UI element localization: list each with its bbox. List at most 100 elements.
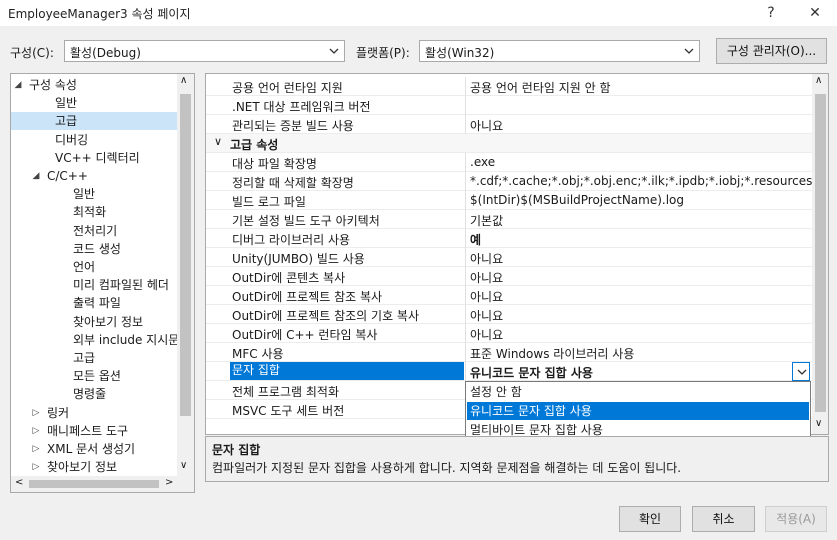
tree-item[interactable]: 일반 bbox=[11, 94, 177, 112]
tree-item[interactable]: ◢ 구성 속성 bbox=[11, 76, 177, 94]
tree-item[interactable]: 출력 파일 bbox=[11, 294, 177, 312]
close-button[interactable]: ✕ bbox=[800, 2, 830, 24]
charset-dropdown-button[interactable] bbox=[792, 362, 810, 381]
tree-item[interactable]: 코드 생성 bbox=[11, 240, 177, 258]
tree-item[interactable]: 미리 컴파일된 헤더 bbox=[11, 276, 177, 294]
tree-item[interactable]: ▷ 찾아보기 정보 bbox=[11, 458, 177, 476]
property-value[interactable]: $(IntDir)$(MSBuildProjectName).log bbox=[470, 193, 812, 207]
property-value[interactable]: 아니요 bbox=[470, 326, 812, 343]
grid-section-header[interactable]: ∨ 고급 속성 bbox=[206, 134, 812, 153]
property-row[interactable]: OutDir에 C++ 런타임 복사 아니요 bbox=[206, 324, 812, 343]
tree-item-label: 찾아보기 정보 bbox=[73, 314, 144, 329]
config-manager-button[interactable]: 구성 관리자(O)... bbox=[716, 38, 827, 64]
apply-button[interactable]: 적용(A) bbox=[765, 506, 827, 532]
collapse-section-icon[interactable]: ∨ bbox=[214, 135, 222, 148]
property-value[interactable]: 표준 Windows 라이브러리 사용 bbox=[470, 345, 812, 362]
tree-vertical-scrollbar[interactable]: ∧ ∨ bbox=[177, 74, 194, 476]
property-value[interactable]: .exe bbox=[470, 155, 812, 169]
property-row[interactable]: OutDir에 프로젝트 참조 복사 아니요 bbox=[206, 286, 812, 305]
config-label: 구성(C): bbox=[10, 46, 54, 60]
ok-button[interactable]: 확인 bbox=[619, 506, 681, 532]
platform-combo[interactable]: 활성(Win32) bbox=[419, 40, 700, 62]
collapsed-arrow-icon[interactable]: ▷ bbox=[31, 404, 41, 422]
property-row[interactable]: OutDir에 콘텐츠 복사 아니요 bbox=[206, 267, 812, 286]
property-row[interactable]: OutDir에 프로젝트 참조의 기호 복사 아니요 bbox=[206, 305, 812, 324]
scroll-right-icon[interactable]: > bbox=[165, 477, 173, 488]
tree-item-label: 코드 생성 bbox=[73, 241, 121, 256]
property-value[interactable]: 예 bbox=[470, 231, 812, 248]
property-value[interactable]: 아니요 bbox=[470, 250, 812, 267]
tree-item[interactable]: ◢ C/C++ bbox=[11, 167, 177, 185]
tree-item[interactable]: VC++ 디렉터리 bbox=[11, 149, 177, 167]
grid-vertical-scrollbar[interactable]: ∧ ∨ bbox=[812, 74, 828, 434]
tree-hscroll-thumb[interactable] bbox=[29, 480, 159, 488]
description-pane: 문자 집합 컴파일러가 지정된 문자 집합을 사용하게 합니다. 지역화 문제점… bbox=[205, 436, 829, 482]
tree-scroll-thumb[interactable] bbox=[180, 94, 191, 416]
property-value[interactable]: 아니요 bbox=[470, 307, 812, 324]
tree-item[interactable]: 언어 bbox=[11, 258, 177, 276]
tree-item-label: 출력 파일 bbox=[73, 296, 121, 311]
property-name: 기본 설정 빌드 도구 아키텍처 bbox=[232, 214, 380, 228]
scroll-left-icon[interactable]: < bbox=[15, 477, 23, 488]
collapsed-arrow-icon[interactable]: ▷ bbox=[31, 422, 41, 440]
tree-item[interactable]: ▷ 매니페스트 도구 bbox=[11, 422, 177, 440]
property-value[interactable]: *.cdf;*.cache;*.obj;*.obj.enc;*.ilk;*.ip… bbox=[470, 174, 812, 188]
property-name: OutDir에 C++ 런타임 복사 bbox=[232, 328, 378, 342]
tree-item[interactable]: ▷ 링커 bbox=[11, 404, 177, 422]
collapsed-arrow-icon[interactable]: ▷ bbox=[31, 440, 41, 458]
property-name: MSVC 도구 세트 버전 bbox=[232, 404, 345, 418]
property-row[interactable]: 공용 언어 런타임 지원 공용 언어 런타임 지원 안 함 bbox=[206, 77, 812, 96]
property-value[interactable]: 아니요 bbox=[470, 288, 812, 305]
tree-item[interactable]: 전처리기 bbox=[11, 222, 177, 240]
tree-item[interactable]: 디버깅 bbox=[11, 131, 177, 149]
property-name: MFC 사용 bbox=[232, 347, 284, 361]
dropdown-option[interactable]: 설정 안 함 bbox=[467, 383, 809, 401]
tree-item[interactable]: ▷ XML 문서 생성기 bbox=[11, 440, 177, 458]
help-button[interactable]: ? bbox=[756, 2, 786, 24]
property-row[interactable]: 대상 파일 확장명 .exe bbox=[206, 153, 812, 172]
property-row[interactable]: 빌드 로그 파일 $(IntDir)$(MSBuildProjectName).l… bbox=[206, 191, 812, 210]
property-row[interactable]: .NET 대상 프레임워크 버전 bbox=[206, 96, 812, 115]
title-bar: EmployeeManager3 속성 페이지 ? ✕ bbox=[0, 0, 837, 26]
column-divider bbox=[465, 343, 466, 362]
property-name: OutDir에 프로젝트 참조 복사 bbox=[232, 290, 383, 304]
property-row[interactable]: 관리되는 증분 빌드 사용 아니요 bbox=[206, 115, 812, 134]
tree-item[interactable]: 명령줄 bbox=[11, 385, 177, 403]
cancel-button[interactable]: 취소 bbox=[692, 506, 755, 532]
property-value[interactable]: 공용 언어 런타임 지원 안 함 bbox=[470, 79, 812, 96]
tree-item[interactable]: 모든 옵션 bbox=[11, 367, 177, 385]
property-value[interactable]: 아니요 bbox=[470, 269, 812, 286]
property-value[interactable]: 기본값 bbox=[470, 212, 812, 229]
scroll-down-icon[interactable]: ∨ bbox=[815, 418, 822, 429]
property-value[interactable]: 유니코드 문자 집합 사용 bbox=[470, 364, 812, 381]
property-row[interactable]: 디버그 라이브러리 사용 예 bbox=[206, 229, 812, 248]
property-row[interactable]: Unity(JUMBO) 빌드 사용 아니요 bbox=[206, 248, 812, 267]
grid-scroll-thumb[interactable] bbox=[815, 94, 826, 412]
config-combo[interactable]: 활성(Debug) bbox=[64, 40, 345, 62]
property-name: 디버그 라이브러리 사용 bbox=[232, 233, 351, 247]
property-row[interactable]: 기본 설정 빌드 도구 아키텍처 기본값 bbox=[206, 210, 812, 229]
dropdown-option[interactable]: 유니코드 문자 집합 사용 bbox=[467, 402, 809, 420]
expanded-arrow-icon[interactable]: ◢ bbox=[31, 167, 41, 185]
column-divider bbox=[465, 267, 466, 286]
scroll-up-icon[interactable]: ∧ bbox=[815, 75, 822, 86]
scroll-up-icon[interactable]: ∧ bbox=[180, 75, 187, 86]
column-divider bbox=[465, 172, 466, 191]
tree-item[interactable]: 외부 include 지시문 bbox=[11, 331, 179, 349]
property-name: OutDir에 콘텐츠 복사 bbox=[232, 271, 346, 285]
property-name: 빌드 로그 파일 bbox=[232, 195, 306, 209]
collapsed-arrow-icon[interactable]: ▷ bbox=[31, 458, 41, 476]
tree-item[interactable]: 고급 bbox=[11, 112, 177, 131]
property-value[interactable]: 아니요 bbox=[470, 117, 812, 134]
tree-horizontal-scrollbar[interactable]: < > bbox=[11, 476, 194, 492]
scroll-down-icon[interactable]: ∨ bbox=[180, 460, 187, 471]
tree-item[interactable]: 찾아보기 정보 bbox=[11, 313, 177, 331]
tree-item[interactable]: 최적화 bbox=[11, 203, 177, 221]
tree-item[interactable]: 고급 bbox=[11, 349, 177, 367]
expanded-arrow-icon[interactable]: ◢ bbox=[13, 76, 23, 94]
property-row[interactable]: 정리할 때 삭제할 확장명 *.cdf;*.cache;*.obj;*.obj.e… bbox=[206, 172, 812, 191]
property-row[interactable]: 문자 집합 유니코드 문자 집합 사용 bbox=[206, 362, 812, 381]
tree-item[interactable]: 일반 bbox=[11, 185, 177, 203]
property-row[interactable]: MFC 사용 표준 Windows 라이브러리 사용 bbox=[206, 343, 812, 362]
property-name: Unity(JUMBO) 빌드 사용 bbox=[232, 252, 365, 266]
